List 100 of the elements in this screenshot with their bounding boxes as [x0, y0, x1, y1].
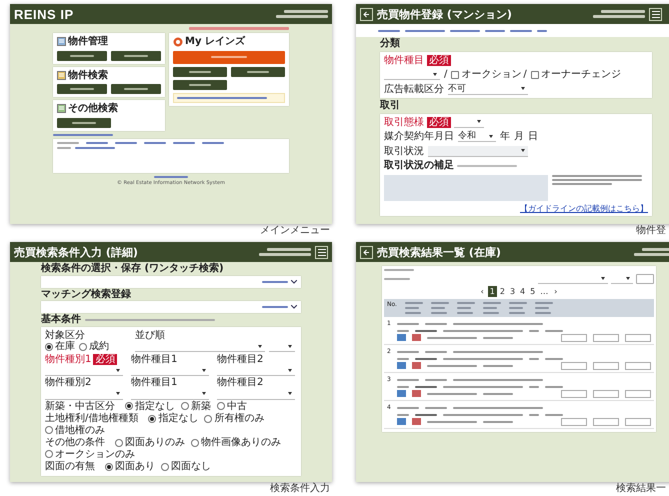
page-button[interactable]: › [551, 286, 560, 297]
menu-button[interactable] [57, 84, 107, 94]
menu-button[interactable] [173, 80, 227, 90]
select-field[interactable] [428, 146, 528, 157]
required-badge: 必須 [427, 54, 451, 66]
caret-icon [288, 392, 292, 395]
footer-links[interactable] [154, 176, 188, 178]
help-link[interactable] [53, 134, 113, 136]
menu-button[interactable] [111, 50, 161, 60]
field-label: 物件種別1 [45, 354, 92, 365]
section-heading: 取引 [380, 100, 401, 112]
menu-button[interactable] [173, 66, 227, 76]
radio-button[interactable] [45, 342, 53, 351]
caret-icon [258, 344, 262, 348]
field-label: 取引状況 [384, 146, 424, 157]
guideline-link[interactable]: 【ガイドラインの記載例はこちら】 [520, 204, 648, 213]
caret-icon [521, 87, 525, 90]
page-button[interactable]: 1 [488, 286, 497, 297]
section-tabs[interactable] [356, 24, 669, 37]
page-button[interactable]: 2 [498, 286, 507, 297]
select-field[interactable]: 令和 [458, 131, 496, 142]
menu-button[interactable] [231, 66, 285, 76]
radio-button[interactable] [148, 414, 156, 423]
radio-button[interactable] [191, 438, 199, 447]
field-label: 物件種目2 [217, 354, 264, 365]
radio-button[interactable] [45, 450, 53, 458]
separator: / [444, 69, 448, 80]
logo: REINS IP [14, 6, 74, 22]
checkbox[interactable] [451, 70, 460, 79]
caret-icon [489, 134, 493, 138]
back-icon[interactable] [360, 8, 373, 20]
field-label: 新築・中古区分 [45, 400, 115, 412]
radio-button[interactable] [105, 462, 113, 471]
row-button[interactable] [561, 390, 587, 398]
section-icon [57, 37, 66, 46]
row-button[interactable] [625, 418, 651, 426]
section-icon [57, 70, 66, 80]
section-title: その他検索 [68, 103, 118, 114]
radio-button[interactable] [204, 414, 212, 423]
field-label: 物件種目2 [217, 377, 264, 388]
account-info [259, 248, 311, 256]
row-button[interactable] [625, 334, 651, 342]
page-button[interactable]: 3 [508, 286, 518, 297]
radio-label: 物件画像ありのみ [201, 437, 281, 448]
row-button[interactable] [593, 334, 619, 342]
radio-button[interactable] [79, 342, 87, 351]
row-button[interactable] [561, 334, 587, 342]
menu-button[interactable] [111, 84, 161, 94]
field-label: 対象区分 [45, 330, 86, 340]
radio-label: 新築 [191, 400, 211, 412]
back-icon[interactable] [360, 246, 373, 258]
row-button[interactable] [593, 390, 619, 398]
screen-title: 売買検索条件入力 (詳細) [14, 244, 138, 260]
caret-icon [601, 276, 605, 280]
field-label: 物件種別2 [45, 377, 92, 388]
page-button[interactable]: 4 [518, 286, 528, 297]
screen-title: 売買検索結果一覧 (在庫) [377, 244, 501, 260]
radio-label: 図面なし [171, 461, 211, 472]
radio-button[interactable] [115, 438, 123, 447]
required-badge: 必須 [427, 116, 451, 128]
row-button[interactable] [561, 418, 587, 426]
chevron-icon [291, 305, 297, 309]
menu-icon[interactable] [315, 246, 328, 258]
bulk-button[interactable] [636, 274, 654, 284]
radio-label: 指定なし [135, 400, 175, 412]
row-button[interactable] [625, 390, 651, 398]
page-button[interactable]: 5 [528, 286, 538, 297]
row-button[interactable] [625, 362, 651, 370]
row-button[interactable] [561, 362, 587, 370]
radio-button[interactable] [125, 402, 133, 410]
menu-button[interactable] [57, 50, 107, 60]
radio-button[interactable] [161, 462, 169, 471]
section-heading: マッチング検索登録 [41, 288, 132, 300]
row-button[interactable] [593, 418, 619, 426]
account-info [593, 10, 645, 18]
date-unit: 年 [500, 131, 510, 142]
account-info [276, 10, 328, 18]
caret-icon [202, 368, 206, 372]
field-label: 媒介契約年月日 [384, 131, 454, 142]
radio-button[interactable] [45, 426, 53, 434]
caret-icon [202, 392, 206, 395]
checkbox-label: オーナーチェンジ [540, 69, 621, 80]
radio-label: 借地権のみ [55, 424, 105, 436]
menu-button[interactable] [57, 118, 111, 128]
field-label: 図面の有無 [45, 461, 95, 472]
property-list-button[interactable] [173, 50, 285, 64]
menu-icon[interactable] [649, 8, 662, 20]
globe-icon [173, 36, 183, 47]
select-value: 不可 [448, 84, 466, 94]
select-field[interactable]: 不可 [448, 84, 528, 95]
page-button[interactable]: … [538, 286, 550, 297]
page-button[interactable]: ‹ [478, 286, 487, 297]
caret-icon [626, 276, 630, 280]
select-value: 令和 [458, 131, 476, 142]
checkbox[interactable] [530, 70, 539, 79]
field-label: 並び順 [135, 330, 166, 341]
section-title: 物件検索 [68, 70, 108, 81]
radio-button[interactable] [217, 402, 225, 410]
row-button[interactable] [593, 362, 619, 370]
radio-button[interactable] [181, 402, 189, 410]
